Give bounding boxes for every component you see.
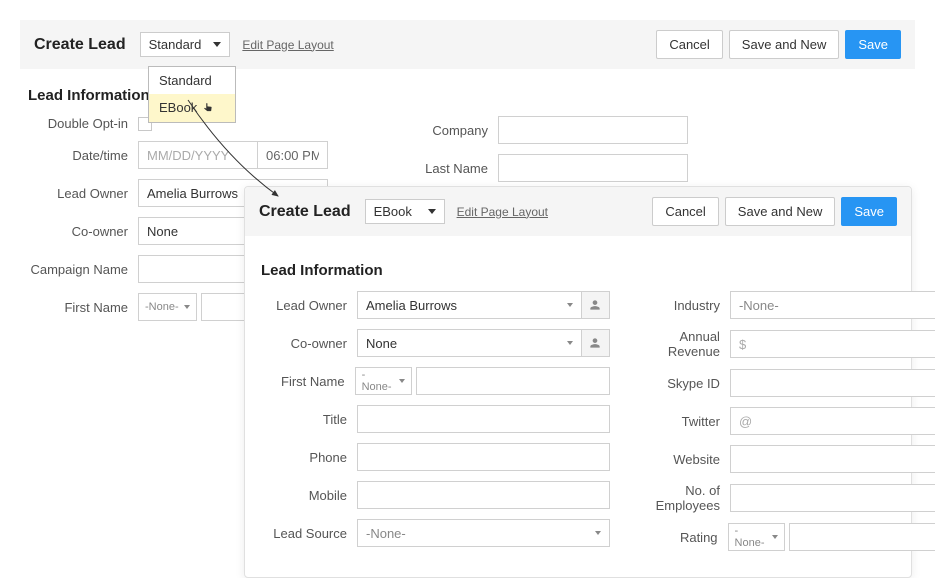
revenue-input[interactable] xyxy=(730,330,935,358)
datetime-label: Date/time xyxy=(28,148,138,163)
leadsource-select[interactable]: -None- xyxy=(357,519,610,547)
revenue-label: Annual Revenue xyxy=(634,329,730,359)
firstname-label-2: First Name xyxy=(261,374,355,389)
coowner-label-2: Co-owner xyxy=(261,336,357,351)
layout-dropdown-1[interactable]: Standard xyxy=(140,32,231,57)
cancel-button-2[interactable]: Cancel xyxy=(652,197,718,226)
phone-label: Phone xyxy=(261,450,357,465)
save-and-new-button-2[interactable]: Save and New xyxy=(725,197,836,226)
campaign-label: Campaign Name xyxy=(28,262,138,277)
coowner-select-2[interactable]: None xyxy=(357,329,582,357)
edit-page-layout-link-1[interactable]: Edit Page Layout xyxy=(242,38,333,52)
company-input[interactable] xyxy=(498,116,688,144)
user-lookup-button[interactable] xyxy=(582,329,610,357)
time-input[interactable] xyxy=(258,141,328,169)
firstname-prefix-select-1[interactable]: -None- xyxy=(138,293,197,321)
layout-dropdown-2[interactable]: EBook xyxy=(365,199,445,224)
firstname-input-2[interactable] xyxy=(416,367,610,395)
page-title-2: Create Lead xyxy=(259,203,351,221)
title-label: Title xyxy=(261,412,357,427)
page-title-1: Create Lead xyxy=(34,36,126,54)
layout-option-ebook-label: EBook xyxy=(159,100,197,115)
employees-input[interactable] xyxy=(730,484,935,512)
chevron-down-icon xyxy=(428,209,436,214)
leadowner-select-2[interactable]: Amelia Burrows xyxy=(357,291,582,319)
chevron-down-icon xyxy=(595,531,601,535)
user-lookup-button[interactable] xyxy=(582,291,610,319)
chevron-down-icon xyxy=(399,379,405,383)
chevron-down-icon xyxy=(772,535,778,539)
double-optin-label: Double Opt-in xyxy=(28,116,138,131)
date-input[interactable] xyxy=(138,141,258,169)
mobile-input[interactable] xyxy=(357,481,610,509)
cancel-button-1[interactable]: Cancel xyxy=(656,30,722,59)
chevron-down-icon xyxy=(213,42,221,47)
save-button-2[interactable]: Save xyxy=(841,197,897,226)
cursor-hand-icon xyxy=(201,102,215,116)
company-label: Company xyxy=(418,123,498,138)
coowner-label-1: Co-owner xyxy=(28,224,138,239)
rating-input[interactable] xyxy=(789,523,935,551)
rating-label: Rating xyxy=(634,530,728,545)
layout-dropdown-value-1: Standard xyxy=(149,37,202,52)
rating-prefix-select[interactable]: -None- xyxy=(728,523,785,551)
edit-page-layout-link-2[interactable]: Edit Page Layout xyxy=(457,205,548,219)
person-icon xyxy=(588,336,602,350)
twitter-label: Twitter xyxy=(634,414,730,429)
title-input[interactable] xyxy=(357,405,610,433)
leadowner-label-2: Lead Owner xyxy=(261,298,357,313)
layout-dropdown-value-2: EBook xyxy=(374,204,412,219)
chevron-down-icon xyxy=(567,341,573,345)
leadowner-label-1: Lead Owner xyxy=(28,186,138,201)
leadsource-label: Lead Source xyxy=(261,526,357,541)
lastname-input[interactable] xyxy=(498,154,688,182)
industry-label: Industry xyxy=(634,298,730,313)
header-bar-1: Create Lead Standard Edit Page Layout Ca… xyxy=(20,20,915,69)
layout-option-standard[interactable]: Standard xyxy=(149,67,235,94)
save-and-new-button-1[interactable]: Save and New xyxy=(729,30,840,59)
overlay-panel: Create Lead EBook Edit Page Layout Cance… xyxy=(244,186,912,578)
section-title-2: Lead Information xyxy=(261,262,895,279)
twitter-input[interactable] xyxy=(730,407,935,435)
chevron-down-icon xyxy=(567,303,573,307)
firstname-label-1: First Name xyxy=(28,300,138,315)
lastname-label: Last Name xyxy=(418,161,498,176)
save-button-1[interactable]: Save xyxy=(845,30,901,59)
website-label: Website xyxy=(634,452,730,467)
skype-label: Skype ID xyxy=(634,376,730,391)
layout-dropdown-menu: Standard EBook xyxy=(148,66,236,123)
header-bar-2: Create Lead EBook Edit Page Layout Cance… xyxy=(245,187,911,236)
employees-label: No. of Employees xyxy=(634,483,730,513)
industry-select[interactable]: -None- xyxy=(730,291,935,319)
website-input[interactable] xyxy=(730,445,935,473)
skype-input[interactable] xyxy=(730,369,935,397)
person-icon xyxy=(588,298,602,312)
mobile-label: Mobile xyxy=(261,488,357,503)
chevron-down-icon xyxy=(184,305,190,309)
layout-option-ebook[interactable]: EBook xyxy=(149,94,235,122)
phone-input[interactable] xyxy=(357,443,610,471)
firstname-prefix-select-2[interactable]: -None- xyxy=(355,367,412,395)
